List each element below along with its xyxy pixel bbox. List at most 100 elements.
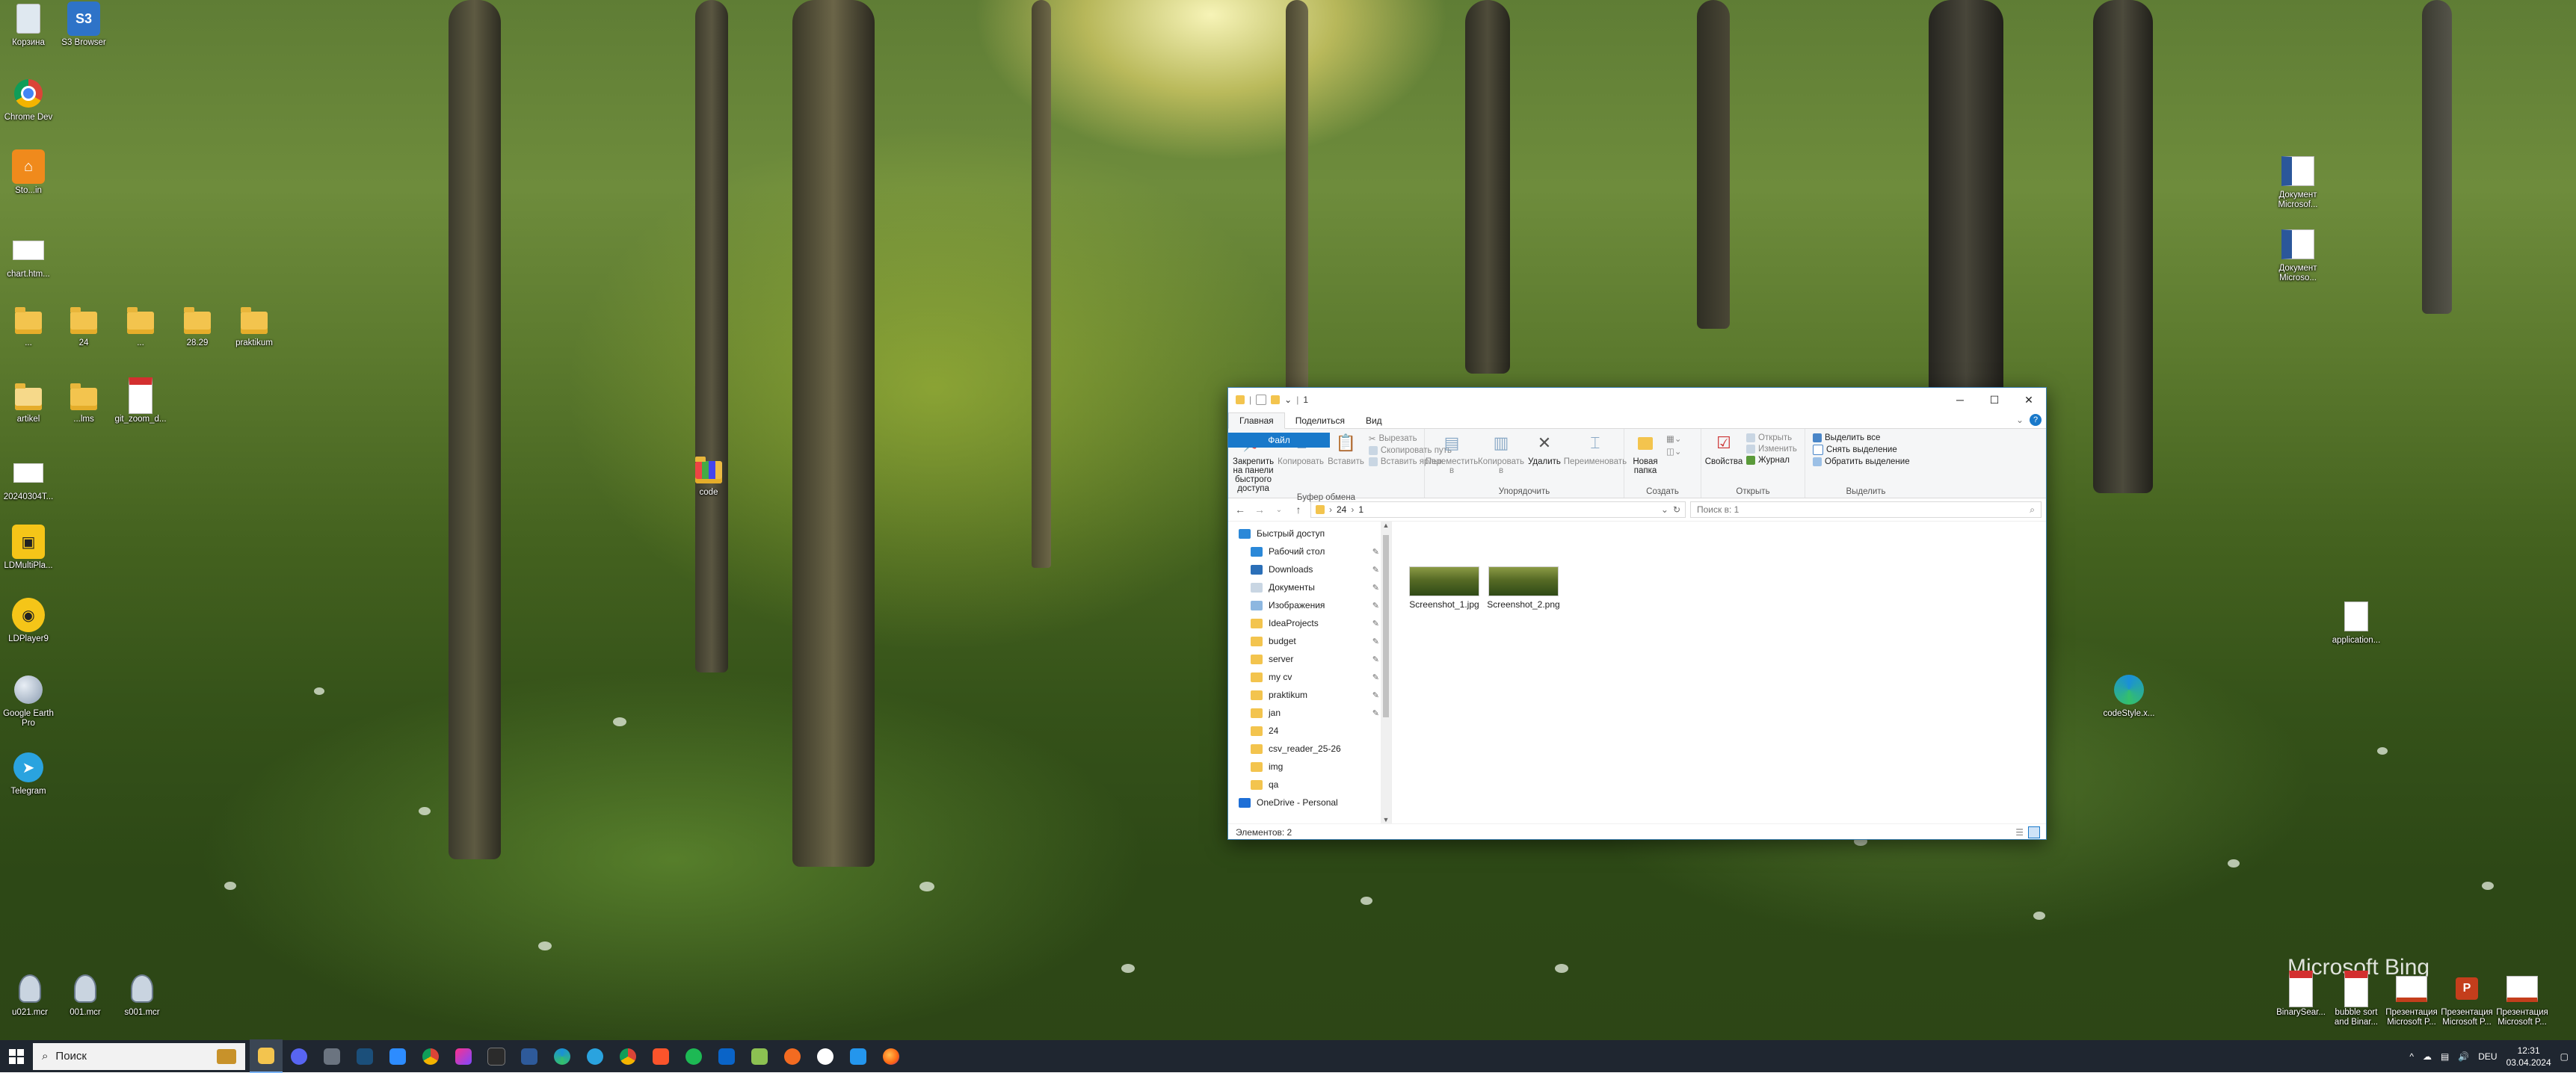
forward-arrow-icon[interactable]: → (1252, 504, 1267, 516)
address-bar[interactable]: › 24 › 1 ⌄ ↻ (1310, 501, 1686, 518)
desktop-icon-folder-praktikum[interactable]: praktikum (227, 302, 281, 348)
desktop-icon-word-1[interactable]: Документ Microsof... (2271, 154, 2325, 210)
file-item[interactable]: Screenshot_2.png (1486, 566, 1561, 610)
back-arrow-icon[interactable]: ← (1233, 504, 1248, 516)
nav-item[interactable]: praktikum ✎ (1228, 686, 1391, 704)
nav-item[interactable]: qa (1228, 776, 1391, 794)
nav-item[interactable]: Документы ✎ (1228, 578, 1391, 596)
taskbar-chrome[interactable] (611, 1040, 644, 1072)
close-button[interactable]: ✕ (2012, 388, 2046, 412)
desktop-icon-binarysearch[interactable]: BinarySear... (2274, 970, 2328, 1018)
network-icon[interactable]: ▤ (2441, 1051, 2449, 1062)
breadcrumb-24[interactable]: 24 (1337, 504, 1346, 515)
chevron-down-icon[interactable]: ⌄ (1661, 504, 1668, 515)
file-item[interactable]: Screenshot_1.jpg (1407, 566, 1482, 610)
file-list[interactable]: Screenshot_1.jpg Screenshot_2.png (1392, 522, 2046, 823)
details-view-icon[interactable]: ☰ (2015, 827, 2024, 838)
desktop-icon-telegram[interactable]: ➤ Telegram (1, 750, 55, 797)
desktop-icon-ppt-1[interactable]: Презентация Microsoft P... (2385, 971, 2438, 1027)
taskbar-search[interactable]: ⌕ Поиск (33, 1042, 245, 1070)
clock[interactable]: 12:31 03.04.2024 (2506, 1045, 2551, 1069)
desktop-icon-bubblesort[interactable]: bubble sort and Binar... (2329, 970, 2383, 1027)
nav-item[interactable]: img (1228, 758, 1391, 776)
taskbar-zoom[interactable] (381, 1040, 414, 1072)
cloud-icon[interactable]: ☁ (2423, 1051, 2432, 1062)
taskbar-yandex[interactable] (809, 1040, 842, 1072)
language-indicator[interactable]: DEU (2478, 1051, 2497, 1062)
desktop-icon-recycle-bin[interactable]: Корзина (1, 1, 55, 48)
history-button[interactable]: Журнал (1746, 456, 1797, 465)
rename-button[interactable]: ⌶ Переименовать (1564, 432, 1627, 487)
taskbar-telegram[interactable] (579, 1040, 611, 1072)
taskbar-edge[interactable] (546, 1040, 579, 1072)
desktop-icon-codestyle[interactable]: codeStyle.x... (2102, 672, 2156, 719)
desktop-icon-ldplayer[interactable]: ◉ LDPlayer9 (1, 598, 55, 644)
maximize-button[interactable]: ☐ (1977, 388, 2012, 412)
nav-item[interactable]: jan ✎ (1228, 704, 1391, 722)
taskbar-powershell[interactable] (513, 1040, 546, 1072)
desktop-icon-orange-app[interactable]: ⌂ Sto...in (1, 149, 55, 196)
desktop-icon-google-earth[interactable]: Google Earth Pro (1, 672, 55, 729)
tab-file[interactable]: Файл (1228, 433, 1330, 448)
desktop-icon-code[interactable]: code (682, 451, 736, 498)
chevron-up-icon[interactable]: ▲ (1381, 522, 1391, 529)
desktop-icon-mcr-3[interactable]: s001.mcr (115, 971, 169, 1018)
minimize-button[interactable]: ─ (1943, 388, 1977, 412)
desktop-icon-mcr-2[interactable]: 001.mcr (58, 971, 112, 1018)
desktop-icon-application[interactable]: application... (2329, 599, 2383, 646)
invert-selection-button[interactable]: Обратить выделение (1813, 457, 1922, 466)
move-to-button[interactable]: ▤ Переместить в (1426, 432, 1478, 487)
taskbar-brave[interactable] (644, 1040, 677, 1072)
properties-icon[interactable] (1256, 395, 1267, 405)
nav-item[interactable]: Быстрый доступ (1228, 525, 1391, 542)
edit-button[interactable]: Изменить (1746, 445, 1797, 454)
taskbar-firefox[interactable] (875, 1040, 908, 1072)
start-button[interactable] (0, 1040, 33, 1072)
desktop-icon-folder-24[interactable]: 24 (57, 302, 111, 348)
scrollbar-thumb[interactable] (1383, 535, 1389, 717)
desktop-icon-artikel[interactable]: artikel (1, 378, 55, 424)
desktop-icon-ldmultiplayer[interactable]: ▣ LDMultiPla... (1, 525, 55, 571)
tab-view[interactable]: Вид (1355, 413, 1393, 428)
tab-home[interactable]: Главная (1228, 412, 1285, 429)
taskbar-docker[interactable] (842, 1040, 875, 1072)
desktop-icon-folder-2829[interactable]: 28.29 (170, 302, 224, 348)
nav-item[interactable]: Downloads ✎ (1228, 560, 1391, 578)
desktop-icon-s3-browser[interactable]: S3 S3 Browser (57, 1, 111, 48)
desktop-icon-folder-1[interactable]: ... (1, 302, 55, 348)
nav-item[interactable]: my cv ✎ (1228, 668, 1391, 686)
nav-item[interactable]: csv_reader_25-26 (1228, 740, 1391, 758)
help-icon[interactable]: ? (2030, 414, 2042, 426)
new-item-icon[interactable]: ▦⌄ (1666, 433, 1682, 444)
desktop-icon-mcr-1[interactable]: u021.mcr (3, 971, 57, 1018)
desktop-icon-word-2[interactable]: Документ Microso... (2271, 227, 2325, 283)
nav-item[interactable]: budget ✎ (1228, 632, 1391, 650)
taskbar-explorer[interactable] (250, 1039, 283, 1073)
taskbar-calculator[interactable] (315, 1040, 348, 1072)
desktop-icon-chrome-dev[interactable]: Chrome Dev (1, 76, 55, 123)
nav-item[interactable]: Рабочий стол ✎ (1228, 542, 1391, 560)
chevron-up-icon[interactable]: ^ (2409, 1051, 2414, 1062)
taskbar-notepad[interactable] (743, 1040, 776, 1072)
chevron-down-icon[interactable]: ⌄ (2010, 415, 2030, 428)
taskbar-jetbrains[interactable] (447, 1040, 480, 1072)
paste-button[interactable]: 📋 Вставить (1328, 432, 1364, 493)
desktop-icon-pdf[interactable]: git_zoom_d... (114, 377, 167, 424)
nav-scrollbar[interactable]: ▲ ▼ (1381, 522, 1391, 823)
taskbar-chrome-dev[interactable] (414, 1040, 447, 1072)
large-icons-view-icon[interactable] (2028, 826, 2040, 838)
notifications-icon[interactable]: ▢ (2560, 1051, 2569, 1062)
desktop-icon-folder-3[interactable]: ... (114, 302, 167, 348)
desktop-icon-chart[interactable]: chart.htm... (1, 233, 55, 279)
desktop-icon-file-2024[interactable]: 20240304T... (1, 456, 55, 502)
select-none-button[interactable]: Снять выделение (1813, 445, 1922, 455)
taskbar-steam[interactable] (348, 1040, 381, 1072)
taskbar-outlook[interactable] (710, 1040, 743, 1072)
refresh-icon[interactable]: ↻ (1673, 504, 1680, 515)
chevron-down-icon[interactable]: ⌄ (1284, 395, 1292, 405)
taskbar-discord[interactable] (283, 1040, 315, 1072)
taskbar-app-orange[interactable] (776, 1040, 809, 1072)
nav-item[interactable]: Изображения ✎ (1228, 596, 1391, 614)
nav-item[interactable]: OneDrive - Personal (1228, 794, 1391, 811)
copy-to-button[interactable]: ▥ Копировать в (1478, 432, 1524, 487)
